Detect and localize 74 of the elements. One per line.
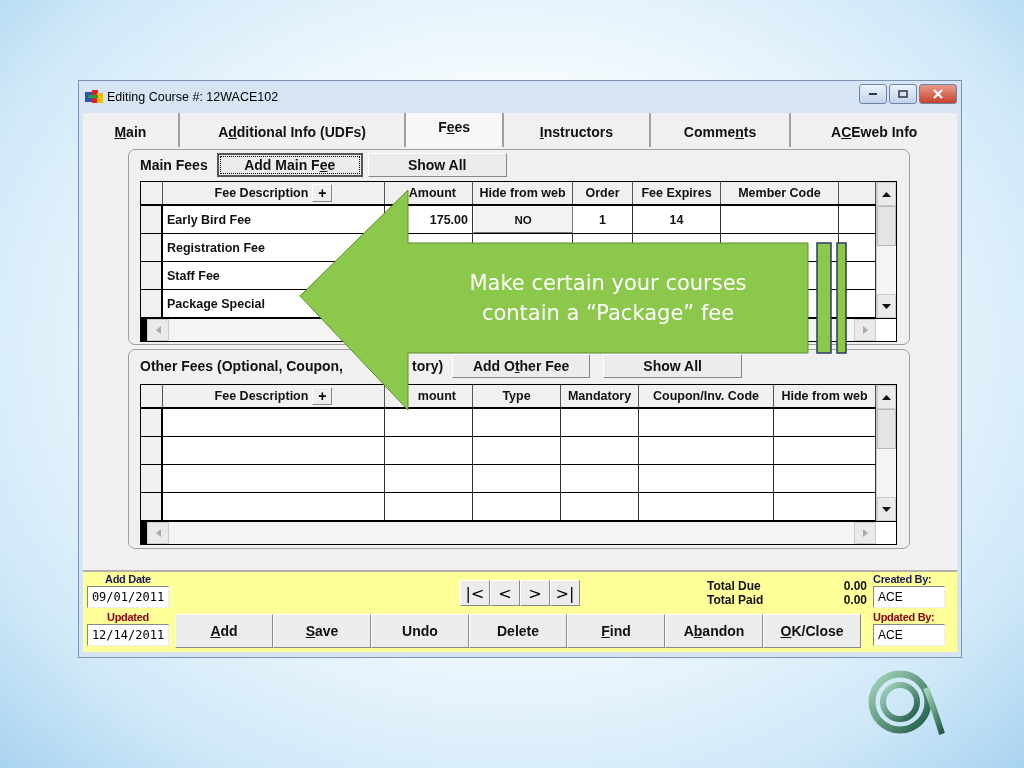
callout-text: Make certain your courses contain a “Package” fee bbox=[468, 270, 748, 327]
action-button[interactable]: Find bbox=[567, 614, 665, 648]
row-selector[interactable] bbox=[141, 465, 163, 492]
action-button[interactable]: Delete bbox=[469, 614, 567, 648]
row-selector[interactable] bbox=[141, 437, 163, 464]
row-selector[interactable] bbox=[141, 290, 163, 317]
scroll-up-icon[interactable] bbox=[882, 191, 891, 197]
action-button[interactable]: Undo bbox=[371, 614, 469, 648]
close-icon bbox=[932, 89, 944, 99]
expand-button[interactable]: + bbox=[312, 184, 333, 202]
app-icon bbox=[85, 89, 103, 105]
total-value: 0.00 bbox=[843, 593, 867, 607]
row-selector[interactable] bbox=[141, 206, 163, 233]
table-cell: NO bbox=[473, 206, 573, 233]
row-selector[interactable] bbox=[141, 409, 163, 436]
maximize-icon bbox=[898, 90, 908, 98]
group-label: tory) bbox=[412, 358, 444, 374]
window-title: Editing Course #: 12WACE102 bbox=[107, 90, 279, 104]
fee-button[interactable]: Show All bbox=[603, 354, 743, 378]
column-header: Hide from web bbox=[479, 186, 566, 200]
column-header: Fee Description bbox=[214, 389, 309, 403]
total-label: Total Paid bbox=[707, 593, 764, 607]
column-header: Fee Expires bbox=[641, 186, 712, 200]
field-label: Updated By: bbox=[873, 611, 935, 623]
scroll-down-icon[interactable] bbox=[882, 506, 891, 512]
user-field[interactable]: ACE bbox=[873, 624, 945, 646]
column-header: Type bbox=[502, 389, 531, 403]
action-button[interactable]: Save bbox=[273, 614, 371, 648]
column-header: Order bbox=[585, 186, 620, 200]
group-label: Main Fees bbox=[140, 157, 208, 173]
fee-button[interactable]: Add Main Fee bbox=[216, 153, 363, 177]
column-header: Member Code bbox=[738, 186, 821, 200]
close-button[interactable] bbox=[919, 84, 957, 104]
action-button[interactable]: Add bbox=[175, 614, 273, 648]
tab[interactable]: Fees bbox=[406, 113, 505, 147]
date-field[interactable]: 09/01/2011 bbox=[86, 586, 170, 608]
record-nav-button[interactable]: < bbox=[490, 580, 520, 606]
scrollbar[interactable] bbox=[876, 182, 896, 318]
field-label: Updated bbox=[107, 611, 149, 623]
field-label: Add Date bbox=[105, 573, 151, 585]
action-button[interactable]: OK/Close bbox=[763, 614, 861, 648]
record-nav-button[interactable]: |< bbox=[460, 580, 490, 606]
total-label: Total Due bbox=[707, 579, 761, 593]
column-header: Amount bbox=[408, 186, 456, 200]
column-header: Mandatory bbox=[567, 389, 632, 403]
record-nav-button[interactable]: > bbox=[520, 580, 550, 606]
table-cell: 14 bbox=[633, 206, 721, 233]
row-selector[interactable] bbox=[141, 262, 163, 289]
minimize-icon bbox=[868, 92, 878, 96]
scrollbar[interactable] bbox=[876, 385, 896, 521]
table-cell: 1 bbox=[573, 206, 633, 233]
fee-button[interactable]: Show All bbox=[367, 153, 507, 177]
maximize-button[interactable] bbox=[889, 84, 917, 104]
column-header: Hide from web bbox=[781, 389, 868, 403]
scroll-thumb[interactable] bbox=[877, 206, 896, 246]
scroll-thumb[interactable] bbox=[877, 409, 896, 449]
row-selector[interactable] bbox=[141, 493, 163, 520]
column-header: Coupon/Inv. Code bbox=[653, 389, 759, 403]
logo-icon bbox=[868, 668, 946, 738]
minimize-button[interactable] bbox=[859, 84, 887, 104]
record-nav-button[interactable]: >| bbox=[550, 580, 580, 606]
row-selector[interactable] bbox=[141, 234, 163, 261]
scroll-up-icon[interactable] bbox=[882, 394, 891, 400]
field-label: Created By: bbox=[873, 573, 932, 585]
group-label: Other Fees (Optional, Coupon, bbox=[140, 358, 344, 374]
column-header: Fee Description bbox=[214, 186, 309, 200]
total-value: 0.00 bbox=[843, 579, 867, 593]
date-field[interactable]: 12/14/2011 bbox=[86, 624, 170, 646]
scroll-down-icon[interactable] bbox=[882, 303, 891, 309]
action-button[interactable]: Abandon bbox=[665, 614, 763, 648]
user-field[interactable]: ACE bbox=[873, 586, 945, 608]
fee-button[interactable]: Add Other Fee bbox=[452, 354, 591, 378]
column-header: mount bbox=[417, 389, 456, 403]
expand-button[interactable]: + bbox=[312, 387, 333, 405]
